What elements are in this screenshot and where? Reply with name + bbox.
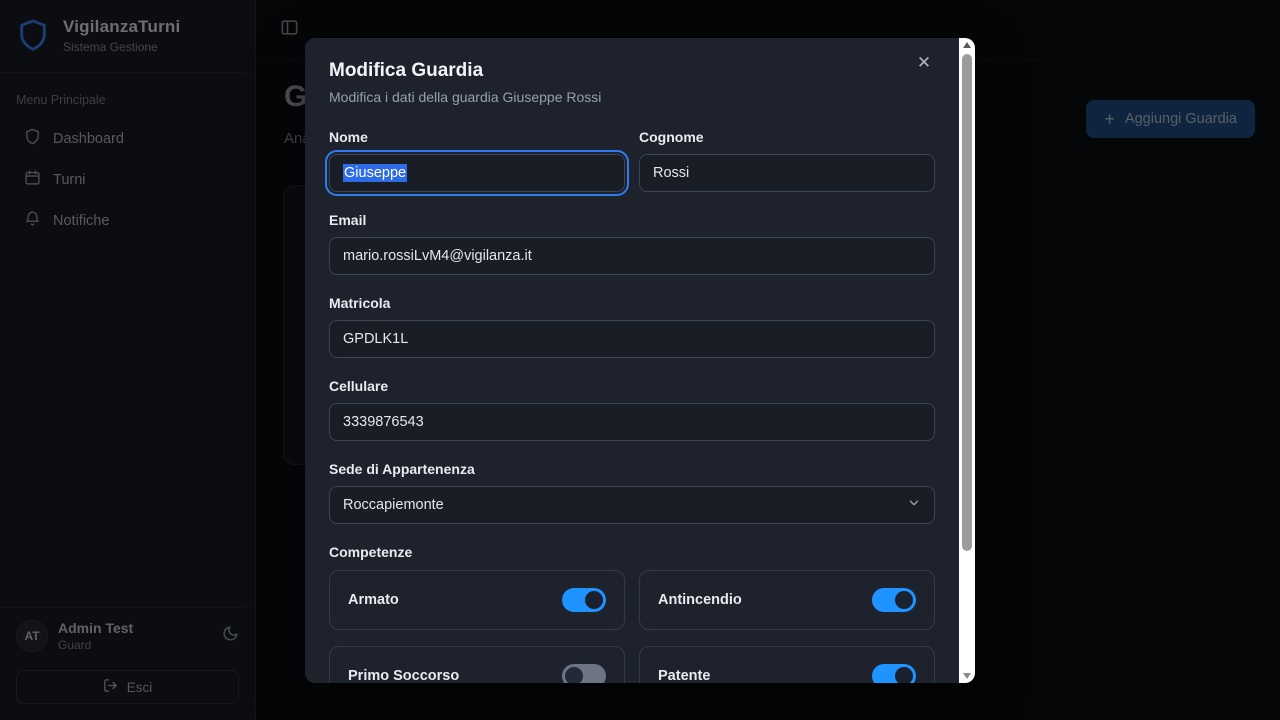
toggle-label: Antincendio: [658, 592, 742, 608]
modal-scrollbar[interactable]: [959, 38, 975, 683]
toggle-label: Patente: [658, 668, 710, 683]
toggle-knob: [895, 591, 913, 609]
scroll-down-icon[interactable]: [959, 669, 975, 683]
email-label: Email: [329, 212, 935, 228]
modal-subtitle: Modifica i dati della guardia Giuseppe R…: [329, 89, 935, 105]
toggle-knob: [895, 667, 913, 683]
cellulare-field[interactable]: [329, 403, 935, 441]
matricola-field[interactable]: [329, 320, 935, 358]
toggle-card-patente: Patente: [639, 646, 935, 683]
toggle-card-armato: Armato: [329, 570, 625, 630]
toggle-card-antincendio: Antincendio: [639, 570, 935, 630]
sede-select[interactable]: Roccapiemonte: [329, 486, 935, 524]
armato-toggle[interactable]: [562, 588, 606, 612]
nome-field[interactable]: Giuseppe: [329, 154, 625, 192]
primo-soccorso-toggle[interactable]: [562, 664, 606, 683]
cellulare-label: Cellulare: [329, 378, 935, 394]
chevron-down-icon: [907, 496, 921, 514]
email-field[interactable]: [329, 237, 935, 275]
sede-selected-value: Roccapiemonte: [343, 497, 444, 513]
toggle-card-primo-soccorso: Primo Soccorso: [329, 646, 625, 683]
sede-label: Sede di Appartenenza: [329, 461, 935, 477]
cognome-field[interactable]: [639, 154, 935, 192]
cognome-label: Cognome: [639, 129, 935, 145]
matricola-label: Matricola: [329, 295, 935, 311]
scroll-up-icon[interactable]: [959, 38, 975, 52]
close-icon[interactable]: ✕: [913, 52, 935, 74]
toggle-knob: [565, 667, 583, 683]
competenze-label: Competenze: [329, 544, 935, 560]
nome-label: Nome: [329, 129, 625, 145]
toggle-label: Armato: [348, 592, 399, 608]
patente-toggle[interactable]: [872, 664, 916, 683]
edit-guard-modal: ✕ Modifica Guardia Modifica i dati della…: [305, 38, 975, 683]
modal-title: Modifica Guardia: [329, 60, 935, 82]
toggle-knob: [585, 591, 603, 609]
toggle-label: Primo Soccorso: [348, 668, 459, 683]
scrollbar-thumb[interactable]: [962, 54, 972, 551]
antincendio-toggle[interactable]: [872, 588, 916, 612]
nome-selected-text: Giuseppe: [343, 164, 407, 182]
